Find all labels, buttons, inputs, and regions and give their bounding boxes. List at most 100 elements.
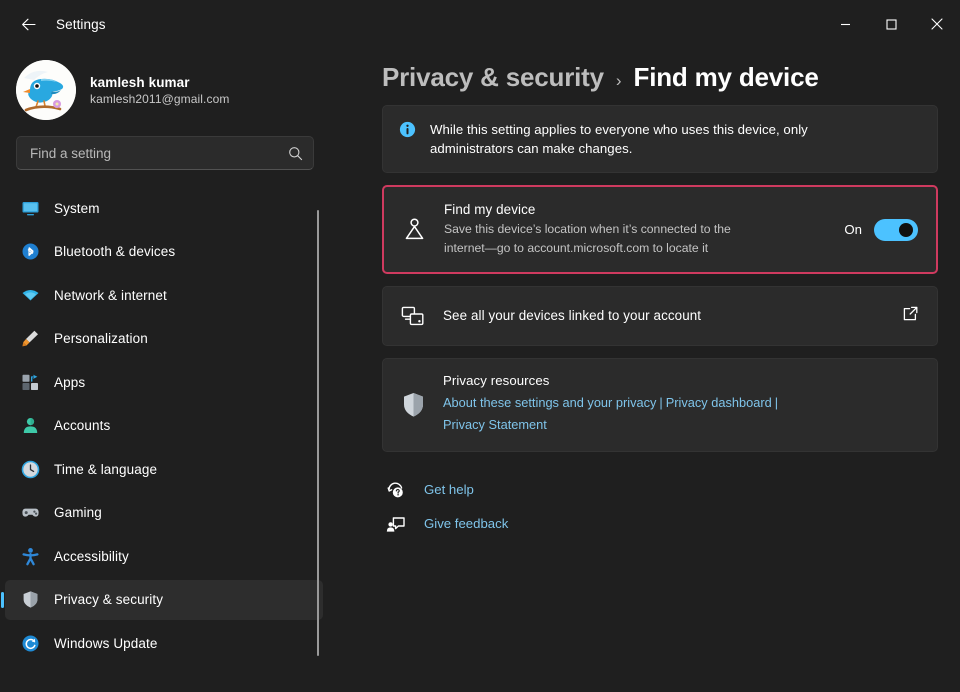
shield-icon [20, 590, 40, 610]
sidebar-item-label: Apps [54, 375, 85, 390]
feedback-icon [386, 514, 406, 534]
linked-devices-label: See all your devices linked to your acco… [443, 308, 886, 323]
shield-icon [399, 391, 427, 419]
maximize-button[interactable] [868, 0, 914, 48]
arrow-left-icon [20, 16, 37, 33]
privacy-resources-title: Privacy resources [443, 373, 781, 388]
help-icon [386, 480, 406, 500]
maximize-icon [886, 19, 897, 30]
breadcrumb: Privacy & security › Find my device [382, 48, 938, 93]
app-title: Settings [56, 17, 106, 32]
admin-info-banner: While this setting applies to everyone w… [382, 105, 938, 173]
accessibility-icon [20, 546, 40, 566]
footer-links: Get help Give feedback [382, 480, 938, 534]
external-link-icon [902, 305, 919, 327]
privacy-resources-text: Privacy resources About these settings a… [443, 373, 781, 437]
bird-avatar-icon [16, 60, 76, 120]
gamepad-icon [20, 503, 40, 523]
privacy-resources-card: Privacy resources About these settings a… [382, 358, 938, 452]
find-my-device-card: Find my device Save this device’s locati… [382, 185, 938, 274]
get-help-link[interactable]: Get help [386, 480, 938, 500]
apps-icon [20, 372, 40, 392]
clock-icon [20, 459, 40, 479]
profile-text: kamlesh kumar kamlesh2011@gmail.com [90, 75, 229, 106]
privacy-resources-links: About these settings and your privacy|Pr… [443, 392, 781, 437]
back-button[interactable] [10, 8, 46, 40]
sidebar-item-apps[interactable]: Apps [5, 362, 323, 402]
find-my-device-description: Save this device’s location when it’s co… [444, 220, 744, 257]
give-feedback-label: Give feedback [424, 516, 508, 531]
window-controls [822, 0, 960, 48]
sidebar-item-network-internet[interactable]: Network & internet [5, 275, 323, 315]
close-icon [931, 18, 943, 30]
bluetooth-icon [20, 242, 40, 262]
profile-card[interactable]: kamlesh kumar kamlesh2011@gmail.com [0, 48, 330, 134]
person-icon [20, 416, 40, 436]
give-feedback-link[interactable]: Give feedback [386, 514, 938, 534]
update-icon [20, 633, 40, 653]
sidebar-item-label: Gaming [54, 505, 102, 520]
sidebar-item-windows-update[interactable]: Windows Update [5, 623, 323, 663]
profile-name: kamlesh kumar [90, 75, 229, 90]
sidebar-item-time-language[interactable]: Time & language [5, 449, 323, 489]
main-content: Privacy & security › Find my device Whil… [330, 48, 960, 692]
sidebar-item-accessibility[interactable]: Accessibility [5, 536, 323, 576]
sidebar-item-privacy-security[interactable]: Privacy & security [5, 580, 323, 620]
paintbrush-icon [20, 329, 40, 349]
link-about-these-settings[interactable]: About these settings and your privacy [443, 395, 656, 410]
sidebar-item-label: Personalization [54, 331, 148, 346]
search-icon [288, 146, 303, 161]
window-body: kamlesh kumar kamlesh2011@gmail.com [0, 48, 960, 692]
get-help-label: Get help [424, 482, 474, 497]
sidebar-item-label: Accounts [54, 418, 110, 433]
wifi-icon [20, 285, 40, 305]
profile-email: kamlesh2011@gmail.com [90, 92, 229, 106]
sidebar-item-label: System [54, 201, 100, 216]
find-my-device-title: Find my device [444, 202, 828, 217]
sidebar-item-label: Bluetooth & devices [54, 244, 175, 259]
breadcrumb-parent[interactable]: Privacy & security [382, 62, 604, 93]
sidebar-scrollbar[interactable] [317, 210, 319, 656]
find-my-device-text: Find my device Save this device’s locati… [444, 202, 828, 257]
sidebar-item-label: Time & language [54, 462, 157, 477]
find-my-device-toggle-area: On [844, 219, 918, 241]
toggle-state-label: On [844, 222, 862, 237]
search-input[interactable] [30, 146, 288, 161]
devices-icon [399, 305, 427, 327]
admin-info-text: While this setting applies to everyone w… [430, 120, 880, 158]
sidebar: kamlesh kumar kamlesh2011@gmail.com [0, 48, 330, 692]
sidebar-item-accounts[interactable]: Accounts [5, 406, 323, 446]
linked-devices-card: See all your devices linked to your acco… [382, 286, 938, 346]
sidebar-item-gaming[interactable]: Gaming [5, 493, 323, 533]
titlebar: Settings [0, 0, 960, 48]
close-button[interactable] [914, 0, 960, 48]
sidebar-item-label: Accessibility [54, 549, 129, 564]
link-privacy-dashboard[interactable]: Privacy dashboard [666, 395, 772, 410]
linked-devices-row[interactable]: See all your devices linked to your acco… [383, 287, 937, 345]
location-pin-icon [400, 216, 428, 243]
search-wrapper [0, 136, 330, 170]
link-separator: | [772, 395, 781, 410]
sidebar-nav: System Bluetooth & devices [0, 188, 330, 692]
minimize-icon [840, 19, 851, 30]
search-box[interactable] [16, 136, 314, 170]
sidebar-item-label: Network & internet [54, 288, 167, 303]
toggle-knob [899, 223, 913, 237]
page-title: Find my device [634, 62, 819, 93]
chevron-right-icon: › [616, 71, 622, 91]
sidebar-item-bluetooth-devices[interactable]: Bluetooth & devices [5, 232, 323, 272]
privacy-resources-row: Privacy resources About these settings a… [383, 359, 937, 451]
find-my-device-toggle[interactable] [874, 219, 918, 241]
sidebar-item-label: Privacy & security [54, 592, 163, 607]
link-separator: | [656, 395, 665, 410]
display-icon [20, 198, 40, 218]
sidebar-item-label: Windows Update [54, 636, 157, 651]
sidebar-item-personalization[interactable]: Personalization [5, 319, 323, 359]
info-icon [399, 121, 416, 138]
minimize-button[interactable] [822, 0, 868, 48]
sidebar-item-system[interactable]: System [5, 188, 323, 228]
avatar [16, 60, 76, 120]
settings-window: Settings [0, 0, 960, 692]
link-privacy-statement[interactable]: Privacy Statement [443, 417, 547, 432]
find-my-device-row: Find my device Save this device’s locati… [384, 187, 936, 272]
